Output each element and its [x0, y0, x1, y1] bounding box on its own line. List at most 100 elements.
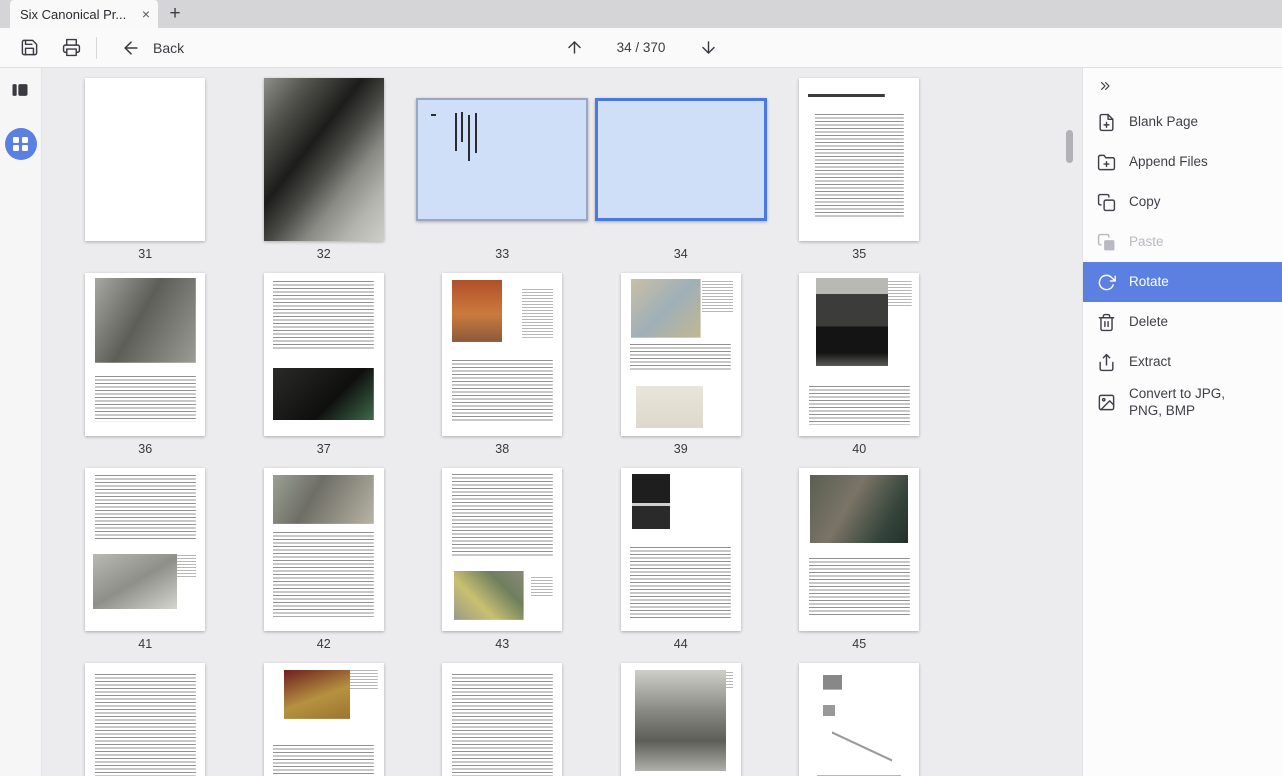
thumbnail-wrapper [56, 468, 235, 631]
save-button[interactable] [12, 33, 46, 63]
page-thumbnail[interactable] [442, 663, 562, 776]
thumbnail-wrapper [770, 273, 949, 436]
page-number-label: 42 [317, 637, 331, 651]
arrow-down-icon [699, 38, 718, 57]
paste-icon [1097, 233, 1116, 252]
menu-item-blank-page[interactable]: Blank Page [1083, 102, 1282, 142]
collapse-panel-button[interactable] [1097, 78, 1113, 94]
page-thumbnail-35[interactable] [799, 78, 919, 241]
menu-item-delete[interactable]: Delete [1083, 302, 1282, 342]
page-cell: 33 [413, 78, 592, 273]
page-cell: 37 [235, 273, 414, 468]
page-thumbnail-31[interactable] [85, 78, 205, 241]
print-icon [62, 38, 81, 57]
page-number-label: 45 [852, 637, 866, 651]
folder-plus-icon [1097, 153, 1116, 172]
page-thumbnail-41[interactable] [85, 468, 205, 631]
thumbnail-area: 313233343536373839404142434445 [42, 68, 1082, 776]
extract-icon [1097, 353, 1116, 372]
thumbnail-grid-view-icon[interactable] [5, 128, 37, 160]
menu-item-label: Paste [1129, 234, 1164, 251]
page-thumbnail-37[interactable] [264, 273, 384, 436]
page-thumbnail-38[interactable] [442, 273, 562, 436]
menu-item-append-files[interactable]: Append Files [1083, 142, 1282, 182]
tab-bar: Six Canonical Pr... × + [0, 0, 1282, 28]
thumbnail-wrapper [235, 663, 414, 776]
page-cell: 36 [56, 273, 235, 468]
thumbnail-wrapper [413, 78, 592, 241]
page-number-label: 33 [495, 247, 509, 261]
page-cell: 38 [413, 273, 592, 468]
thumbnail-wrapper [592, 78, 771, 241]
page-number-label: 31 [138, 247, 152, 261]
page-number-label: 38 [495, 442, 509, 456]
image-icon [1097, 393, 1116, 412]
page-thumbnail-32[interactable] [264, 78, 384, 241]
print-button[interactable] [54, 33, 88, 63]
copy-icon [1097, 193, 1116, 212]
left-sidebar [0, 68, 42, 776]
page-thumbnail-39[interactable] [621, 273, 741, 436]
page-thumbnail[interactable] [621, 663, 741, 776]
back-label: Back [153, 40, 184, 56]
page-cell: 31 [56, 78, 235, 273]
thumbnail-wrapper [56, 78, 235, 241]
thumbnail-wrapper [413, 273, 592, 436]
page-cell [413, 663, 592, 776]
page-number-label: 39 [674, 442, 688, 456]
menu-item-label: Convert to JPG, PNG, BMP [1129, 386, 1247, 420]
page-thumbnail-33[interactable] [416, 98, 588, 221]
page-cell: 34 [592, 78, 771, 273]
document-tab[interactable]: Six Canonical Pr... × [10, 0, 158, 28]
page-cell: 41 [56, 468, 235, 663]
page-thumbnail[interactable] [85, 663, 205, 776]
save-icon [20, 38, 39, 57]
thumbnail-wrapper [235, 468, 414, 631]
menu-item-rotate[interactable]: Rotate [1083, 262, 1282, 302]
pages-panel-icon[interactable] [10, 80, 32, 102]
thumbnail-wrapper [592, 468, 771, 631]
menu-item-convert[interactable]: Convert to JPG, PNG, BMP [1083, 382, 1282, 424]
page-number-label: 32 [317, 247, 331, 261]
arrow-up-icon [565, 38, 584, 57]
page-thumbnail-36[interactable] [85, 273, 205, 436]
new-tab-button[interactable]: + [158, 0, 192, 28]
thumbnail-wrapper [413, 663, 592, 776]
page-thumbnail-44[interactable] [621, 468, 741, 631]
page-thumbnail-42[interactable] [264, 468, 384, 631]
scrollbar-thumb[interactable] [1066, 130, 1073, 163]
tab-title: Six Canonical Pr... [20, 7, 136, 22]
tab-close-icon[interactable]: × [142, 7, 150, 21]
page-thumbnail-34[interactable] [595, 98, 767, 221]
menu-item-label: Extract [1129, 354, 1171, 371]
page-cell: 40 [770, 273, 949, 468]
page-cell [770, 663, 949, 776]
page-thumbnail[interactable] [799, 663, 919, 776]
thumbnail-wrapper [592, 663, 771, 776]
page-number-label: 35 [852, 247, 866, 261]
page-cell: 32 [235, 78, 414, 273]
menu-item-label: Copy [1129, 194, 1161, 211]
page-number-label: 41 [138, 637, 152, 651]
back-arrow-icon [121, 38, 141, 58]
page-thumbnail[interactable] [264, 663, 384, 776]
page-thumbnail-45[interactable] [799, 468, 919, 631]
next-page-button[interactable] [691, 33, 725, 63]
page-thumbnail-40[interactable] [799, 273, 919, 436]
page-cell: 45 [770, 468, 949, 663]
menu-item-extract[interactable]: Extract [1083, 342, 1282, 382]
previous-page-button[interactable] [557, 33, 591, 63]
back-button[interactable]: Back [121, 38, 184, 58]
trash-icon [1097, 313, 1116, 332]
page-number-label: 37 [317, 442, 331, 456]
menu-item-copy[interactable]: Copy [1083, 182, 1282, 222]
thumbnail-grid: 313233343536373839404142434445 [42, 68, 1082, 776]
menu-item-label: Delete [1129, 314, 1168, 331]
thumbnail-wrapper [235, 273, 414, 436]
page-thumbnail-43[interactable] [442, 468, 562, 631]
menu-item-label: Blank Page [1129, 114, 1198, 131]
page-indicator: 34 / 370 [613, 40, 669, 55]
menu-item-label: Append Files [1129, 154, 1208, 171]
thumbnail-wrapper [592, 273, 771, 436]
page-number-label: 44 [674, 637, 688, 651]
